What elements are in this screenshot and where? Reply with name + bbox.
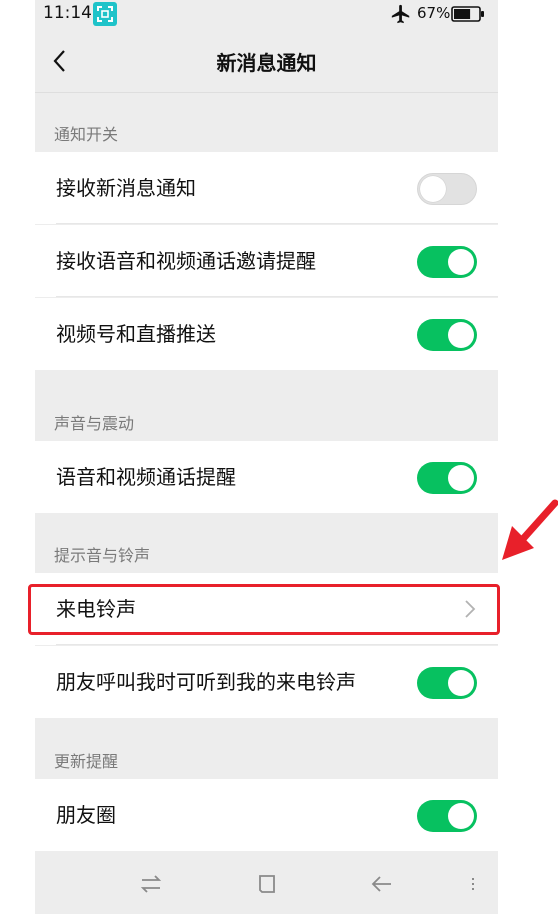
toggle-receive-new-message[interactable] [417,173,477,205]
toggle-knob [420,176,446,202]
battery-icon [451,6,484,22]
section-header-notification-switch: 通知开关 [54,125,119,144]
swap-icon[interactable] [137,870,165,898]
highlight-box [28,584,500,635]
toggle-friend-hear-ringtone[interactable] [417,667,477,699]
row-label: 朋友圈 [56,803,116,827]
row-friend-hear-ringtone: 朋友呼叫我时可听到我的来电铃声 [35,646,498,718]
divider [56,296,498,297]
toggle-knob [448,322,474,348]
row-moments: 朋友圈 [35,779,498,851]
row-label: 视频号和直播推送 [56,322,216,346]
status-bar: 11:14 67% [35,0,498,28]
airplane-mode-icon [391,4,410,24]
menu-icon[interactable] [459,870,487,898]
toggle-voice-video-invite[interactable] [417,246,477,278]
section-header-sound-vibration: 声音与震动 [54,414,135,433]
status-time: 11:14 [43,3,92,23]
page-title: 新消息通知 [216,51,317,75]
toggle-knob [448,670,474,696]
toggle-knob [448,803,474,829]
toggle-call-reminder[interactable] [417,462,477,494]
divider [56,644,498,645]
row-receive-new-message: 接收新消息通知 [35,152,498,224]
toggle-moments[interactable] [417,800,477,832]
row-call-reminder: 语音和视频通话提醒 [35,441,498,513]
row-label: 接收新消息通知 [56,176,196,200]
row-voice-video-invite: 接收语音和视频通话邀请提醒 [35,225,498,297]
nav-bar: 新消息通知 [35,28,498,93]
phone-screen: 11:14 67% 新消息通知 通知开关 接收新消息通知 接收语音和视频通话邀请… [35,0,498,914]
toggle-channels-live-push[interactable] [417,319,477,351]
toggle-knob [448,465,474,491]
row-label: 语音和视频通话提醒 [56,465,236,489]
section-header-update-reminder: 更新提醒 [54,752,119,771]
back-arrow-icon[interactable] [368,870,396,898]
row-label: 朋友呼叫我时可听到我的来电铃声 [56,670,356,694]
toggle-knob [448,249,474,275]
home-square-icon[interactable] [253,870,281,898]
row-channels-live-push: 视频号和直播推送 [35,298,498,370]
screen-capture-icon [93,2,117,26]
section-header-ringtone: 提示音与铃声 [54,546,151,565]
row-label: 接收语音和视频通话邀请提醒 [56,249,316,273]
red-arrow-icon [502,499,558,560]
system-nav-bar [35,852,498,914]
battery-percent: 67% [417,4,451,22]
divider [56,223,498,224]
